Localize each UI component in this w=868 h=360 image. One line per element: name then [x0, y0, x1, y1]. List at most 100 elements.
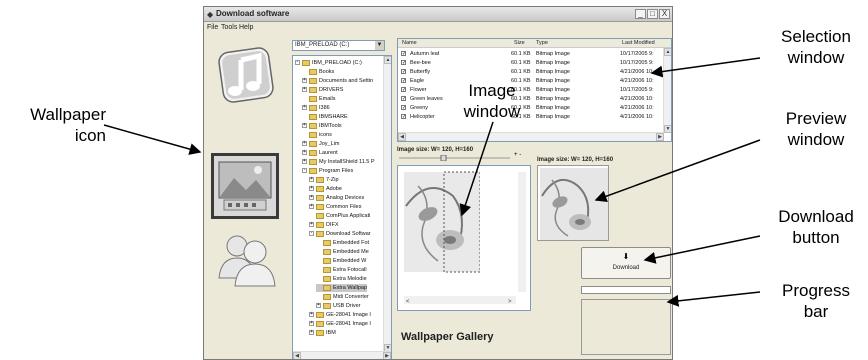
close-button[interactable]: X — [659, 9, 670, 19]
expand-icon[interactable]: + — [302, 105, 307, 111]
image-size-label: Image size: W= 120, H=160 — [397, 147, 474, 153]
tree-item[interactable]: + DIFX — [309, 221, 339, 229]
expand-icon[interactable]: + — [302, 123, 307, 129]
scroll-up-icon[interactable]: ▲ — [384, 56, 391, 64]
tree-item[interactable]: + DRIVERS — [302, 86, 343, 94]
menu-tools[interactable]: Tools — [221, 24, 237, 31]
tree-item[interactable]: + Joy_Lim — [302, 140, 339, 148]
tree-item[interactable]: + Common Files — [309, 203, 361, 211]
tree-item[interactable]: Extra Melodie — [316, 275, 367, 283]
image-window[interactable]: < > — [397, 165, 531, 311]
file-row[interactable]: ✓ Bee-bee 60.1 KB Bitmap Image 10/17/2005 9: — [398, 59, 664, 67]
tree-item[interactable]: Embedded W — [316, 257, 366, 265]
expand-icon[interactable]: + — [309, 330, 314, 336]
expand-icon[interactable]: + — [309, 204, 314, 210]
tree-item[interactable]: + I386 — [302, 104, 330, 112]
collapse-icon[interactable]: - — [302, 168, 307, 174]
tree-item[interactable]: IBMSHARE — [302, 113, 348, 121]
tree-item[interactable]: Books — [302, 68, 334, 76]
tree-item[interactable]: Extra Wallpap — [316, 284, 368, 292]
expand-icon[interactable]: + — [309, 177, 314, 183]
drive-select[interactable]: IBM_PRELOAD (C:) ▼ — [292, 40, 385, 51]
minimize-button[interactable]: _ — [635, 9, 646, 19]
tree-item[interactable]: ComPlus Applicati — [309, 212, 370, 220]
tree-item[interactable]: Midi Converter — [316, 293, 369, 301]
column-type-header[interactable]: Type — [536, 40, 548, 47]
file-list-vertical-scrollbar[interactable]: ▲ ▼ — [663, 48, 671, 133]
tree-item[interactable]: + Documents and Settin — [302, 77, 373, 85]
scroll-left-icon[interactable]: ◀ — [398, 133, 406, 141]
file-checkbox[interactable]: ✓ — [401, 96, 406, 102]
zoom-in-button[interactable]: + — [514, 152, 518, 158]
tree-item[interactable]: + Analog Devices — [309, 194, 364, 202]
collapse-icon[interactable]: - — [309, 231, 314, 237]
tree-item[interactable]: - Download Softwar — [309, 230, 371, 238]
tree-item[interactable]: Emails — [302, 95, 336, 103]
column-name-header[interactable]: Name — [402, 40, 417, 47]
tree-item[interactable]: Embedded Me — [316, 248, 369, 256]
expand-icon[interactable]: + — [309, 222, 314, 228]
folder-icon — [309, 95, 317, 102]
menu-help[interactable]: Help — [239, 24, 253, 31]
tree-item[interactable]: +7-Zip — [309, 176, 339, 184]
expand-icon[interactable]: + — [309, 312, 314, 318]
tree-item[interactable]: Embedded Fot — [316, 239, 369, 247]
tree-item[interactable]: + Adobe — [309, 185, 342, 193]
file-checkbox[interactable]: ✓ — [401, 51, 406, 57]
menu-file[interactable]: File — [207, 24, 218, 31]
tree-item[interactable]: + IBM — [309, 329, 336, 337]
zoom-slider-thumb[interactable] — [440, 155, 447, 161]
file-checkbox[interactable]: ✓ — [401, 105, 406, 111]
folder-tree-horizontal-scrollbar[interactable]: ◀ ▶ — [293, 351, 391, 359]
title-bar[interactable]: ◆ Download software _ □ X — [204, 7, 672, 22]
ringtone-category-button[interactable] — [211, 42, 279, 108]
scroll-down-icon[interactable]: ▼ — [664, 125, 671, 133]
preview-image — [540, 168, 608, 240]
collapse-icon[interactable]: - — [295, 60, 300, 66]
tree-item[interactable]: + GE-28041 Image I — [309, 311, 371, 319]
tree-item[interactable]: - Program Files — [302, 167, 353, 175]
expand-icon[interactable]: + — [316, 303, 321, 309]
file-checkbox[interactable]: ✓ — [401, 78, 406, 84]
scroll-left-icon[interactable]: ◀ — [293, 352, 301, 359]
expand-icon[interactable]: + — [309, 186, 314, 192]
download-button[interactable]: ⬇ Download — [581, 247, 671, 279]
expand-icon[interactable]: + — [302, 159, 307, 165]
chevron-down-icon[interactable]: ▼ — [375, 41, 384, 50]
file-row[interactable]: ✓ Autumn leaf 60.1 KB Bitmap Image 10/17/200… — [398, 50, 664, 58]
scroll-up-icon[interactable]: ▲ — [664, 48, 671, 56]
tree-item[interactable]: - IBM_PRELOAD (C:) — [295, 59, 362, 67]
file-modified: 10/17/2005 9: — [620, 51, 654, 57]
zoom-out-button[interactable]: - — [519, 152, 521, 158]
wallpaper-category-button[interactable] — [211, 153, 279, 219]
scroll-right-icon[interactable]: ▶ — [656, 133, 664, 141]
expand-icon[interactable]: + — [302, 150, 307, 156]
expand-icon[interactable]: + — [302, 141, 307, 147]
tree-item[interactable]: + USB Driver — [316, 302, 361, 310]
tree-item[interactable]: + Laurent — [302, 149, 338, 157]
expand-icon[interactable]: + — [302, 78, 307, 84]
tree-item[interactable]: + IBMTools — [302, 122, 342, 130]
file-checkbox[interactable]: ✓ — [401, 69, 406, 75]
tree-item[interactable]: + My InstallShield 11.5 P — [302, 158, 375, 166]
scroll-right-icon[interactable]: ▶ — [383, 352, 391, 359]
column-size-header[interactable]: Size — [514, 40, 525, 47]
file-checkbox[interactable]: ✓ — [401, 87, 406, 93]
zoom-slider[interactable] — [397, 155, 512, 161]
expand-icon[interactable]: + — [309, 195, 314, 201]
folder-tree[interactable]: - IBM_PRELOAD (C:) Books + Documents and Set… — [292, 55, 392, 359]
column-modified-header[interactable]: Last Modified — [622, 40, 655, 47]
file-row[interactable]: ✓ Butterfly 60.1 KB Bitmap Image 4/21/2006 1… — [398, 68, 664, 76]
file-checkbox[interactable]: ✓ — [401, 114, 406, 120]
maximize-button[interactable]: □ — [647, 9, 658, 19]
folder-tree-vertical-scrollbar[interactable]: ▲ ▼ — [383, 56, 391, 352]
tree-item[interactable]: icons — [302, 131, 332, 139]
file-checkbox[interactable]: ✓ — [401, 60, 406, 66]
expand-icon[interactable]: + — [302, 87, 307, 93]
contacts-category-button[interactable] — [211, 226, 279, 292]
folder-icon — [316, 194, 324, 201]
file-list-horizontal-scrollbar[interactable]: ◀ ▶ — [398, 132, 664, 141]
tree-item[interactable]: Extra Fotocall — [316, 266, 367, 274]
expand-icon[interactable]: + — [309, 321, 314, 327]
tree-item[interactable]: + GE-28041 Image I — [309, 320, 371, 328]
